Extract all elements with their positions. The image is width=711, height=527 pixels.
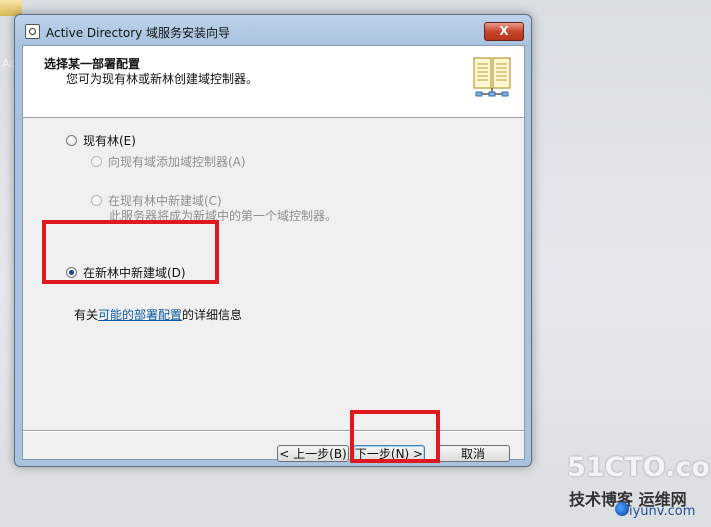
- annotation-highlight-next: [350, 410, 440, 463]
- info-suffix: 的详细信息: [182, 308, 243, 322]
- radio-existing-forest[interactable]: [66, 135, 77, 146]
- watermark: 51CTO.com 技术博客 运维网 iyunv.com: [567, 452, 711, 524]
- option-add-dc-label: 向现有域添加域控制器(A): [108, 155, 246, 169]
- info-line: 有关可能的部署配置的详细信息: [74, 306, 242, 323]
- deployment-config-link[interactable]: 可能的部署配置: [98, 308, 182, 322]
- wizard-header: 选择某一部署配置 您可为现有林或新林创建域控制器。: [23, 46, 524, 118]
- annotation-highlight-new-forest: [42, 220, 219, 284]
- watermark-domain: iyunv.com: [629, 504, 696, 519]
- page-subtitle: 您可为现有林或新林创建域控制器。: [66, 72, 259, 86]
- info-prefix: 有关: [74, 308, 99, 322]
- back-button[interactable]: < 上一步(B): [277, 445, 349, 462]
- cancel-button[interactable]: 取消: [436, 445, 510, 462]
- option-add-dc[interactable]: 向现有域添加域控制器(A): [91, 153, 246, 170]
- close-button[interactable]: X: [484, 22, 524, 41]
- book-icon: [473, 57, 511, 97]
- radio-new-domain[interactable]: [91, 195, 102, 206]
- watermark-globe-icon: [615, 502, 629, 516]
- title-bar[interactable]: Active Directory 域服务安装向导 X: [15, 15, 531, 45]
- footer-divider: [23, 430, 524, 432]
- app-icon: [25, 24, 40, 39]
- option-existing-forest-label: 现有林(E): [83, 134, 136, 148]
- watermark-site: 51CTO.com: [567, 452, 711, 483]
- window-title: Active Directory 域服务安装向导: [46, 26, 231, 40]
- radio-add-dc[interactable]: [91, 156, 102, 167]
- option-existing-forest[interactable]: 现有林(E): [66, 132, 136, 149]
